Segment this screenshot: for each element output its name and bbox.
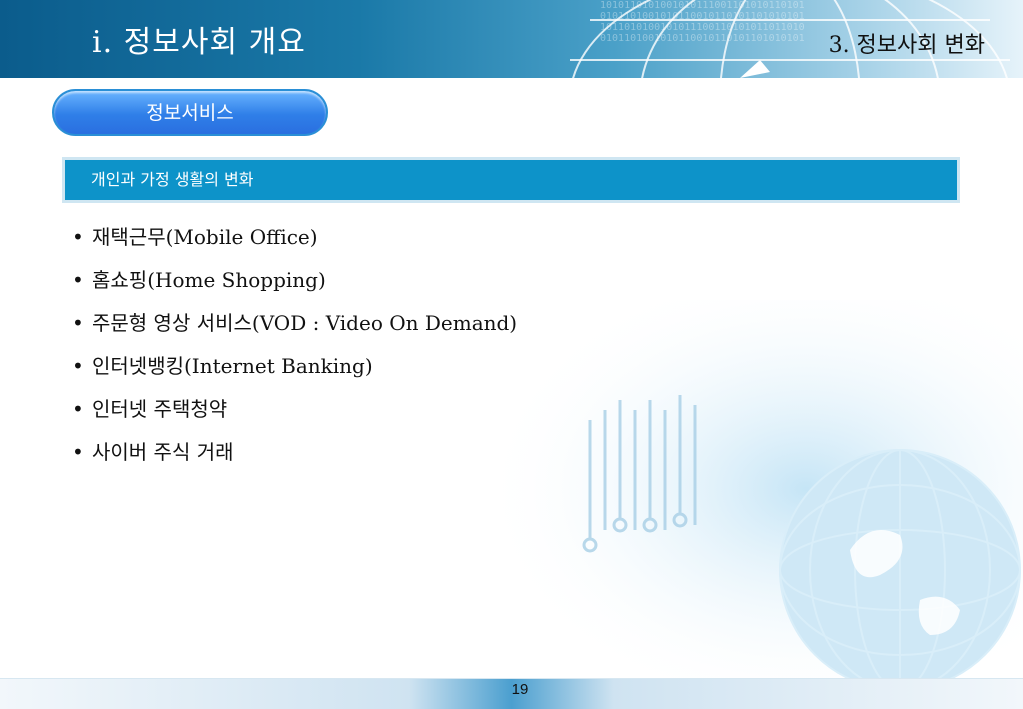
page-number: 19 (511, 681, 529, 698)
bullet-dot: • (72, 397, 84, 421)
list-item-text: 인터넷 주택청약 (92, 397, 228, 421)
list-item-text: 주문형 영상 서비스(VOD : Video On Demand) (92, 311, 518, 335)
list-item-text: 홈쇼핑(Home Shopping) (92, 268, 326, 292)
list-item: • 주문형 영상 서비스(VOD : Video On Demand) (72, 308, 517, 351)
section-heading-bar: 개인과 가정 생활의 변화 (62, 157, 960, 203)
list-item-text: 재택근무(Mobile Office) (92, 225, 318, 249)
bullet-dot: • (72, 225, 84, 249)
bullet-dot: • (72, 354, 84, 378)
list-item: • 재택근무(Mobile Office) (72, 222, 517, 265)
list-item: • 사이버 주식 거래 (72, 437, 517, 480)
bullet-list: • 재택근무(Mobile Office) • 홈쇼핑(Home Shopping)… (72, 222, 517, 480)
page-title: i. 정보사회 개요 (92, 25, 306, 60)
bullet-dot: • (72, 440, 84, 464)
bullet-dot: • (72, 311, 84, 335)
globe-background-graphic (480, 300, 1023, 678)
list-item-text: 사이버 주식 거래 (92, 440, 234, 464)
header-banner: 1010110101001010111001101010110101 01011… (0, 0, 1023, 78)
category-pill: 정보서비스 (52, 89, 328, 136)
list-item: • 인터넷 주택청약 (72, 394, 517, 437)
list-item: • 홈쇼핑(Home Shopping) (72, 265, 517, 308)
list-item: • 인터넷뱅킹(Internet Banking) (72, 351, 517, 394)
section-subtitle: 3. 정보사회 변화 (828, 33, 985, 58)
list-item-text: 인터넷뱅킹(Internet Banking) (92, 354, 373, 378)
bullet-dot: • (72, 268, 84, 292)
section-heading: 개인과 가정 생활의 변화 (65, 160, 957, 200)
